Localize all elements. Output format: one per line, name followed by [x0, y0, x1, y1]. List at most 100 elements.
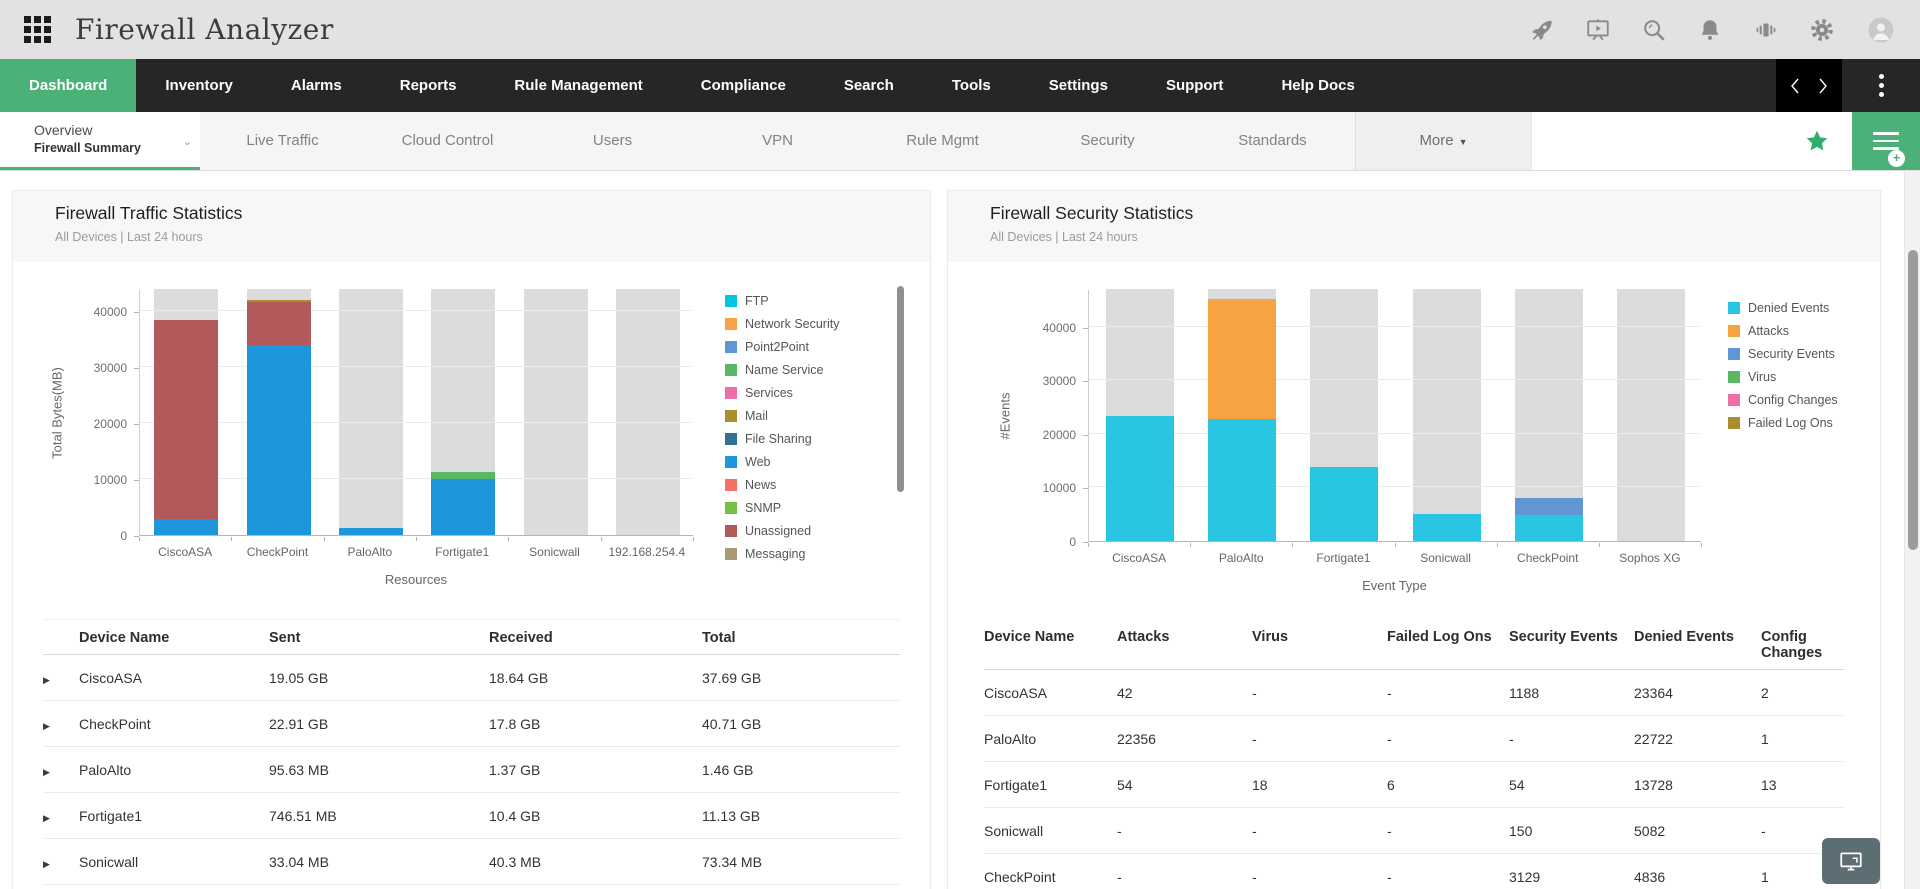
legend-item-services[interactable]: Services	[725, 386, 900, 400]
x-axis-tick	[1190, 543, 1192, 547]
nav-item-inventory[interactable]: Inventory	[136, 59, 262, 112]
bar-segment-denied-events[interactable]	[1514, 515, 1583, 541]
legend-item-attacks[interactable]: Attacks	[1728, 324, 1903, 338]
table-cell: -	[1117, 822, 1122, 839]
bar-segment-name-service[interactable]	[431, 471, 496, 479]
legend-item-network-security[interactable]: Network Security	[725, 317, 900, 331]
favorite-star-icon[interactable]	[1804, 128, 1830, 154]
bar-segment-web[interactable]	[154, 519, 219, 535]
nav-item-settings[interactable]: Settings	[1020, 59, 1137, 112]
legend-item-news[interactable]: News	[725, 478, 900, 492]
legend-item-ftp[interactable]: FTP	[725, 295, 900, 308]
page-scrollbar[interactable]	[1904, 171, 1920, 889]
legend-item-point2point[interactable]: Point2Point	[725, 340, 900, 354]
add-dashboard-button[interactable]: +	[1852, 112, 1920, 170]
x-axis-tick	[416, 537, 417, 541]
legend-item-virus[interactable]: Virus	[1728, 370, 1903, 384]
bar-segment-security-events[interactable]	[1514, 498, 1583, 516]
table-cell: 22356	[1117, 730, 1156, 747]
legend-item-file-sharing[interactable]: File Sharing	[725, 432, 900, 446]
nav-scroll-chevrons[interactable]	[1776, 59, 1842, 112]
row-expander[interactable]: ▶	[43, 655, 79, 701]
legend-item-security-events[interactable]: Security Events	[1728, 347, 1903, 361]
nav-item-search[interactable]: Search	[815, 59, 923, 112]
notifications-bell-icon[interactable]	[1696, 16, 1723, 43]
table-row[interactable]: CiscoASA 42 - - 1188 23364 2	[984, 670, 1844, 716]
bar-segment-denied-events[interactable]	[1310, 467, 1379, 541]
nav-item-tools[interactable]: Tools	[923, 59, 1020, 112]
legend-swatch	[725, 479, 737, 491]
nav-item-alarms[interactable]: Alarms	[262, 59, 371, 112]
legend-item-denied-events[interactable]: Denied Events	[1728, 302, 1903, 315]
legend-scrollbar-thumb[interactable]	[897, 286, 904, 492]
row-expander[interactable]: ▶	[43, 747, 79, 793]
legend-item-snmp[interactable]: SNMP	[725, 501, 900, 515]
chevron-down-icon[interactable]: ⌄	[183, 135, 192, 148]
row-expander[interactable]: ▶	[43, 701, 79, 747]
tab-overview-firewall-summary[interactable]: Overview Firewall Summary ⌄	[0, 112, 200, 170]
rocket-icon[interactable]	[1528, 16, 1555, 43]
row-expander[interactable]: ▶	[43, 839, 79, 885]
tab-users[interactable]: Users	[530, 112, 695, 170]
bar-segment-web[interactable]	[246, 344, 311, 535]
bar-segment-denied-events[interactable]	[1412, 513, 1481, 541]
table-cell: -	[1387, 730, 1392, 747]
tab-more-dropdown[interactable]: More ▼	[1355, 112, 1531, 170]
nav-item-help-docs[interactable]: Help Docs	[1252, 59, 1383, 112]
more-menu-dots-icon[interactable]	[1842, 59, 1920, 112]
legend-item-unassigned[interactable]: Unassigned	[725, 524, 900, 538]
table-cell: 6	[1387, 776, 1395, 793]
nav-item-support[interactable]: Support	[1137, 59, 1253, 112]
table-row[interactable]: ▶ CheckPoint 22.91 GB 17.8 GB 40.71 GB	[43, 701, 900, 747]
screen-preview-button[interactable]	[1822, 838, 1880, 884]
legend-item-messaging[interactable]: Messaging	[725, 547, 900, 561]
bar-segment-attacks[interactable]	[1208, 299, 1277, 420]
nav-item-dashboard[interactable]: Dashboard	[0, 59, 137, 112]
gridline	[140, 310, 693, 312]
table-row[interactable]: Sonicwall - - -150 5082-	[984, 808, 1844, 854]
carousel-icon[interactable]	[1752, 16, 1779, 43]
table-row[interactable]: CheckPoint - - -3129 4836 1	[984, 854, 1844, 889]
bar-segment-denied-events[interactable]	[1208, 419, 1277, 541]
tab-rule-mgmt[interactable]: Rule Mgmt	[860, 112, 1025, 170]
tab-live-traffic[interactable]: Live Traffic	[200, 112, 365, 170]
legend-swatch	[725, 318, 737, 330]
table-row[interactable]: Fortigate1 54 18 6 54 13728 13	[984, 762, 1844, 808]
legend-item-failed-log-ons[interactable]: Failed Log Ons	[1728, 416, 1903, 430]
settings-gear-icon[interactable]	[1808, 16, 1835, 43]
table-cell: -	[1387, 868, 1392, 885]
table-cell: -	[1387, 684, 1392, 701]
table-row[interactable]: ▶ Fortigate1 746.51 MB 10.4 GB 11.13 GB	[43, 793, 900, 839]
legend-item-name-service[interactable]: Name Service	[725, 363, 900, 377]
legend-item-web[interactable]: Web	[725, 455, 900, 469]
legend-swatch	[725, 410, 737, 422]
nav-item-compliance[interactable]: Compliance	[672, 59, 815, 112]
tab-standards[interactable]: Standards	[1190, 112, 1355, 170]
table-row[interactable]: ▶ CiscoASA 19.05 GB 18.64 GB 37.69 GB	[43, 655, 900, 701]
demo-player-icon[interactable]	[1584, 16, 1611, 43]
table-row[interactable]: ▶ Sonicwall 33.04 MB 40.3 MB 73.34 MB	[43, 839, 900, 885]
bar-segment-unassigned[interactable]	[246, 301, 311, 345]
table-row[interactable]: ▶ PaloAlto 95.63 MB 1.37 GB 1.46 GB	[43, 747, 900, 793]
legend-item-config-changes[interactable]: Config Changes	[1728, 393, 1903, 407]
user-avatar[interactable]	[1864, 13, 1898, 47]
table-row[interactable]: PaloAlto 22356 - - - 22722 1	[984, 716, 1844, 762]
bar-segment-web[interactable]	[431, 478, 496, 535]
bar-segment-denied-events[interactable]	[1106, 415, 1175, 541]
page-scrollbar-thumb[interactable]	[1908, 250, 1918, 550]
y-tick-label: 30000	[1042, 374, 1076, 389]
tab-security[interactable]: Security	[1025, 112, 1190, 170]
search-icon[interactable]	[1640, 16, 1667, 43]
nav-item-reports[interactable]: Reports	[371, 59, 486, 112]
row-expander[interactable]: ▶	[43, 793, 79, 839]
column-header: Config Changes	[1761, 629, 1823, 661]
apps-grid-icon[interactable]	[24, 16, 51, 43]
bar-segment-unassigned[interactable]	[154, 319, 219, 520]
nav-item-rule-management[interactable]: Rule Management	[485, 59, 671, 112]
bar-segment-web[interactable]	[338, 527, 403, 535]
tab-cloud-control[interactable]: Cloud Control	[365, 112, 530, 170]
legend-item-mail[interactable]: Mail	[725, 409, 900, 423]
primary-nav-right	[1776, 59, 1920, 112]
bar-segment-mail[interactable]	[246, 299, 311, 302]
tab-vpn[interactable]: VPN	[695, 112, 860, 170]
